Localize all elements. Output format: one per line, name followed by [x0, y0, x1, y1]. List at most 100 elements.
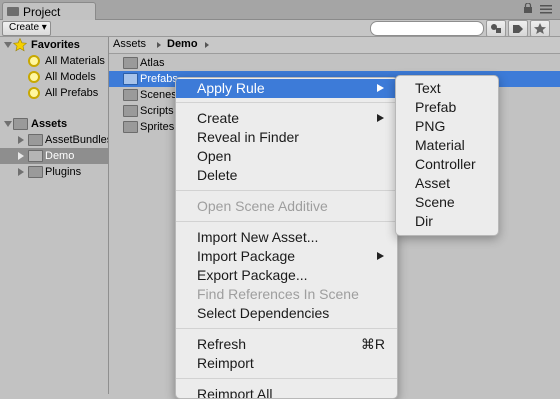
folder-icon — [123, 105, 138, 117]
context-menu: Apply Rule Create Reveal in Finder Open … — [175, 77, 398, 399]
submenu-item-controller[interactable]: Controller — [396, 155, 498, 174]
apply-rule-submenu: Text Prefab PNG Material Controller Asse… — [395, 75, 499, 236]
menu-item-label: Find References In Scene — [197, 286, 359, 302]
favorite-item-label: All Models — [45, 71, 96, 83]
asset-folder-label: Prefabs — [140, 73, 178, 85]
submenu-arrow-icon — [377, 114, 384, 122]
expand-arrow-icon[interactable] — [4, 121, 12, 127]
menu-item-open[interactable]: Open — [176, 147, 397, 166]
favorite-item[interactable]: All Materials — [0, 53, 108, 69]
menu-separator — [176, 378, 397, 379]
collapse-arrow-icon[interactable] — [18, 168, 24, 176]
menu-item-create[interactable]: Create — [176, 109, 397, 128]
saved-search-icon — [28, 55, 40, 67]
shapes-icon — [491, 24, 501, 33]
menu-separator — [176, 328, 397, 329]
folder-icon — [123, 57, 138, 69]
tree-folder-label: Plugins — [45, 166, 82, 178]
menu-item-label: Refresh — [197, 336, 247, 352]
asset-folder-label: Sprites — [140, 121, 175, 133]
submenu-item-material[interactable]: Material — [396, 136, 498, 155]
tree-folder-item[interactable]: AssetBundles — [0, 132, 108, 148]
breadcrumb: Assets Demo — [109, 37, 560, 54]
menu-separator — [176, 190, 397, 191]
favorite-item[interactable]: All Prefabs — [0, 85, 108, 101]
breadcrumb-separator-icon — [157, 42, 161, 48]
window-tab-strip: Project — [0, 0, 560, 20]
menu-item-reveal-in-finder[interactable]: Reveal in Finder — [176, 128, 397, 147]
tree-folder-item-selected[interactable]: Demo — [0, 148, 108, 164]
menu-item-open-scene-additive: Open Scene Additive — [176, 197, 397, 216]
submenu-item-label: Text — [415, 80, 441, 96]
saved-search-icon — [28, 71, 40, 83]
create-dropdown-button[interactable]: Create ▾ — [2, 21, 51, 36]
menu-item-apply-rule[interactable]: Apply Rule — [176, 79, 397, 98]
menu-item-import-new-asset[interactable]: Import New Asset... — [176, 228, 397, 247]
tag-icon — [513, 25, 523, 33]
breadcrumb-item[interactable]: Demo — [167, 38, 198, 50]
menu-item-label: Create — [197, 110, 240, 126]
menu-item-shortcut: ⌘R — [360, 336, 385, 352]
submenu-item-png[interactable]: PNG — [396, 117, 498, 136]
menu-item-select-dependencies[interactable]: Select Dependencies — [176, 304, 397, 323]
menu-item-label: Open Scene Additive — [197, 198, 328, 214]
folder-icon — [28, 166, 43, 178]
collapse-arrow-icon[interactable] — [18, 136, 24, 144]
folder-icon — [123, 73, 138, 85]
menu-item-label: Apply Rule — [197, 80, 265, 96]
favorite-item-label: All Materials — [45, 55, 105, 67]
submenu-item-label: Prefab — [415, 99, 457, 115]
lock-icon[interactable] — [524, 3, 532, 13]
menu-item-label: Reimport All — [197, 386, 273, 399]
menu-item-reimport-all[interactable]: Reimport All — [176, 385, 397, 399]
submenu-item-label: Dir — [415, 213, 433, 229]
submenu-item-label: Material — [415, 137, 465, 153]
tab-project[interactable]: Project — [2, 2, 96, 20]
project-tree-panel: Favorites All Materials All Models All P… — [0, 37, 109, 394]
menu-item-reimport[interactable]: Reimport — [176, 354, 397, 373]
favorite-item[interactable]: All Models — [0, 69, 108, 85]
tree-folder-item[interactable]: Plugins — [0, 164, 108, 180]
breadcrumb-separator-icon — [205, 42, 209, 48]
favorites-star-button[interactable] — [530, 20, 550, 37]
submenu-item-text[interactable]: Text — [396, 79, 498, 98]
menu-item-import-package[interactable]: Import Package — [176, 247, 397, 266]
project-toolbar: Create ▾ — [0, 20, 560, 37]
assets-label: Assets — [31, 118, 68, 130]
tree-folder-label: AssetBundles — [45, 134, 108, 146]
folder-icon — [28, 134, 43, 146]
menu-item-label: Delete — [197, 167, 238, 183]
submenu-item-label: Controller — [415, 156, 476, 172]
submenu-item-scene[interactable]: Scene — [396, 193, 498, 212]
menu-item-label: Reimport — [197, 355, 254, 371]
menu-item-label: Import Package — [197, 248, 296, 264]
menu-separator — [176, 102, 397, 103]
asset-folder-label: Atlas — [140, 57, 165, 69]
collapse-arrow-icon[interactable] — [18, 152, 24, 160]
submenu-item-prefab[interactable]: Prefab — [396, 98, 498, 117]
submenu-item-dir[interactable]: Dir — [396, 212, 498, 231]
favorites-header[interactable]: Favorites — [0, 37, 108, 53]
submenu-item-asset[interactable]: Asset — [396, 174, 498, 193]
assets-root[interactable]: Assets — [0, 116, 108, 132]
menu-item-export-package[interactable]: Export Package... — [176, 266, 397, 285]
tree-folder-label: Demo — [45, 150, 75, 162]
favorite-item-label: All Prefabs — [45, 87, 99, 99]
menu-item-label: Export Package... — [197, 267, 308, 283]
asset-folder-label: Scripts — [140, 105, 174, 117]
folder-icon — [123, 121, 138, 133]
tab-menu-icon[interactable] — [540, 4, 552, 14]
search-input[interactable] — [370, 21, 484, 36]
favorites-label: Favorites — [31, 39, 80, 51]
folder-icon — [28, 150, 43, 162]
breadcrumb-item[interactable]: Assets — [113, 38, 146, 50]
menu-item-label: Import New Asset... — [197, 229, 319, 245]
menu-item-refresh[interactable]: Refresh ⌘R — [176, 335, 397, 354]
submenu-item-label: PNG — [415, 118, 446, 134]
menu-item-delete[interactable]: Delete — [176, 166, 397, 185]
search-by-label-button[interactable] — [508, 20, 528, 37]
folder-icon — [123, 89, 138, 101]
asset-folder-row[interactable]: Atlas — [109, 55, 560, 71]
expand-arrow-icon[interactable] — [4, 42, 12, 48]
search-by-type-button[interactable] — [486, 20, 506, 37]
